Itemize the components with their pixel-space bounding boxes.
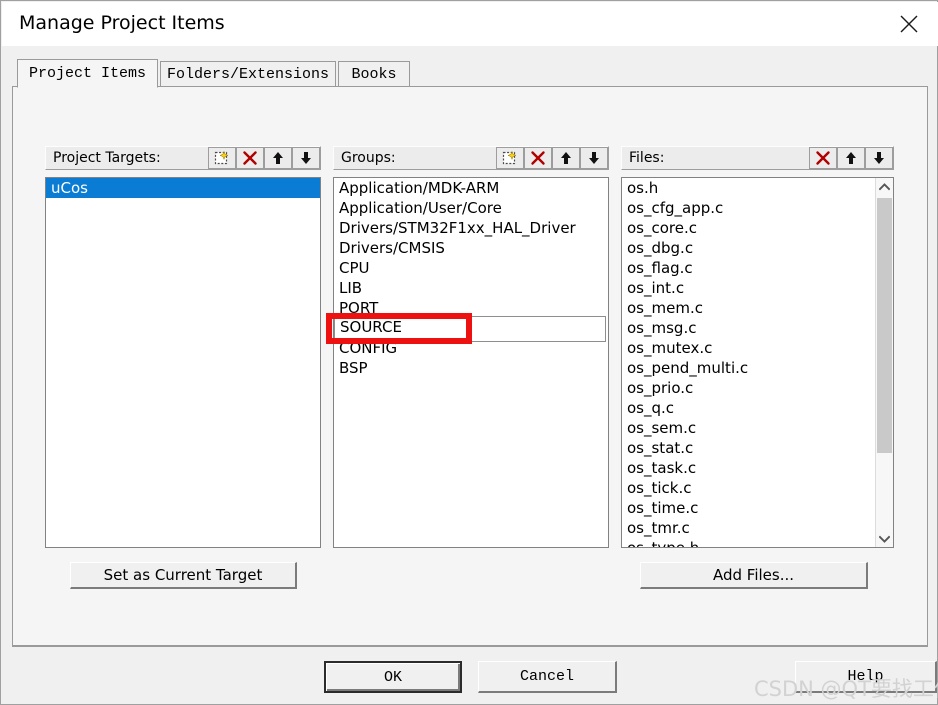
new-item-icon[interactable]: [496, 147, 524, 169]
files-list[interactable]: os.h os_cfg_app.c os_core.c os_dbg.c os_…: [621, 177, 894, 548]
new-item-icon[interactable]: [208, 147, 236, 169]
tab-folders-extensions[interactable]: Folders/Extensions: [160, 61, 336, 86]
list-item[interactable]: os.h: [622, 178, 893, 198]
red-x-icon[interactable]: [236, 147, 264, 169]
arrow-down-icon[interactable]: [292, 147, 320, 169]
list-item[interactable]: Application/User/Core: [334, 198, 608, 218]
list-item[interactable]: LIB: [334, 278, 608, 298]
list-item[interactable]: Application/MDK-ARM: [334, 178, 608, 198]
arrow-down-icon[interactable]: [865, 147, 893, 169]
list-item[interactable]: os_time.c: [622, 498, 893, 518]
scrollbar-thumb[interactable]: [877, 198, 892, 453]
project-targets-label: Project Targets:: [53, 150, 161, 166]
list-item[interactable]: os_type.h: [622, 538, 893, 547]
cancel-button[interactable]: Cancel: [478, 661, 617, 693]
list-item[interactable]: PORT: [334, 298, 608, 318]
tab-label: Folders/Extensions: [166, 65, 330, 83]
project-targets-list[interactable]: uCos: [45, 177, 321, 548]
files-scrollbar[interactable]: [875, 178, 893, 547]
window-title: Manage Project Items: [19, 12, 225, 34]
arrow-up-icon[interactable]: [837, 147, 865, 169]
groups-toolbar: [496, 147, 608, 169]
scroll-up-icon[interactable]: [876, 178, 893, 195]
button-label: Set as Current Target: [103, 566, 263, 584]
button-label: OK: [383, 668, 402, 686]
project-targets-toolbar: [208, 147, 320, 169]
list-item[interactable]: os_int.c: [622, 278, 893, 298]
group-rename-input[interactable]: SOURCE: [334, 316, 606, 342]
list-item[interactable]: BSP: [334, 358, 608, 378]
list-item[interactable]: os_mem.c: [622, 298, 893, 318]
list-item[interactable]: os_mutex.c: [622, 338, 893, 358]
button-label: Help: [847, 668, 884, 685]
list-item[interactable]: os_sem.c: [622, 418, 893, 438]
red-x-icon[interactable]: [809, 147, 837, 169]
tab-label: Project Items: [28, 65, 147, 82]
groups-list[interactable]: Application/MDK-ARM Application/User/Cor…: [333, 177, 609, 548]
button-label: Add Files...: [712, 566, 795, 584]
list-item[interactable]: CPU: [334, 258, 608, 278]
groups-label: Groups:: [341, 150, 396, 166]
button-label: Cancel: [519, 668, 574, 685]
ok-button[interactable]: OK: [324, 661, 462, 693]
tab-label: Books: [351, 65, 397, 83]
tab-project-items[interactable]: Project Items: [17, 59, 158, 88]
footer-divider: [12, 646, 928, 647]
manage-project-items-dialog: Manage Project Items Project Items Folde…: [0, 0, 938, 705]
files-header: Files:: [621, 146, 894, 170]
arrow-up-icon[interactable]: [552, 147, 580, 169]
tab-books[interactable]: Books: [338, 61, 410, 86]
files-toolbar: [809, 147, 893, 169]
arrow-down-icon[interactable]: [580, 147, 608, 169]
add-files-button[interactable]: Add Files...: [640, 562, 868, 589]
list-item[interactable]: os_pend_multi.c: [622, 358, 893, 378]
scroll-down-icon[interactable]: [876, 530, 893, 547]
red-x-icon[interactable]: [524, 147, 552, 169]
groups-header: Groups:: [333, 146, 609, 170]
list-item[interactable]: os_dbg.c: [622, 238, 893, 258]
list-item[interactable]: Drivers/CMSIS: [334, 238, 608, 258]
set-as-current-target-button[interactable]: Set as Current Target: [70, 562, 297, 589]
list-item[interactable]: os_prio.c: [622, 378, 893, 398]
project-targets-header: Project Targets:: [45, 146, 321, 170]
list-item[interactable]: os_q.c: [622, 398, 893, 418]
list-item[interactable]: Drivers/STM32F1xx_HAL_Driver: [334, 218, 608, 238]
list-item[interactable]: os_flag.c: [622, 258, 893, 278]
list-item[interactable]: os_tmr.c: [622, 518, 893, 538]
list-item[interactable]: os_task.c: [622, 458, 893, 478]
list-item[interactable]: os_stat.c: [622, 438, 893, 458]
list-item[interactable]: os_msg.c: [622, 318, 893, 338]
title-bar: Manage Project Items: [2, 2, 938, 46]
list-item[interactable]: os_tick.c: [622, 478, 893, 498]
arrow-up-icon[interactable]: [264, 147, 292, 169]
list-item[interactable]: os_cfg_app.c: [622, 198, 893, 218]
help-button[interactable]: Help: [795, 661, 937, 693]
tab-strip: Project Items Folders/Extensions Books: [12, 59, 928, 88]
list-item[interactable]: os_core.c: [622, 218, 893, 238]
list-item[interactable]: uCos: [46, 178, 320, 198]
files-label: Files:: [629, 150, 665, 166]
close-icon[interactable]: [882, 2, 936, 46]
